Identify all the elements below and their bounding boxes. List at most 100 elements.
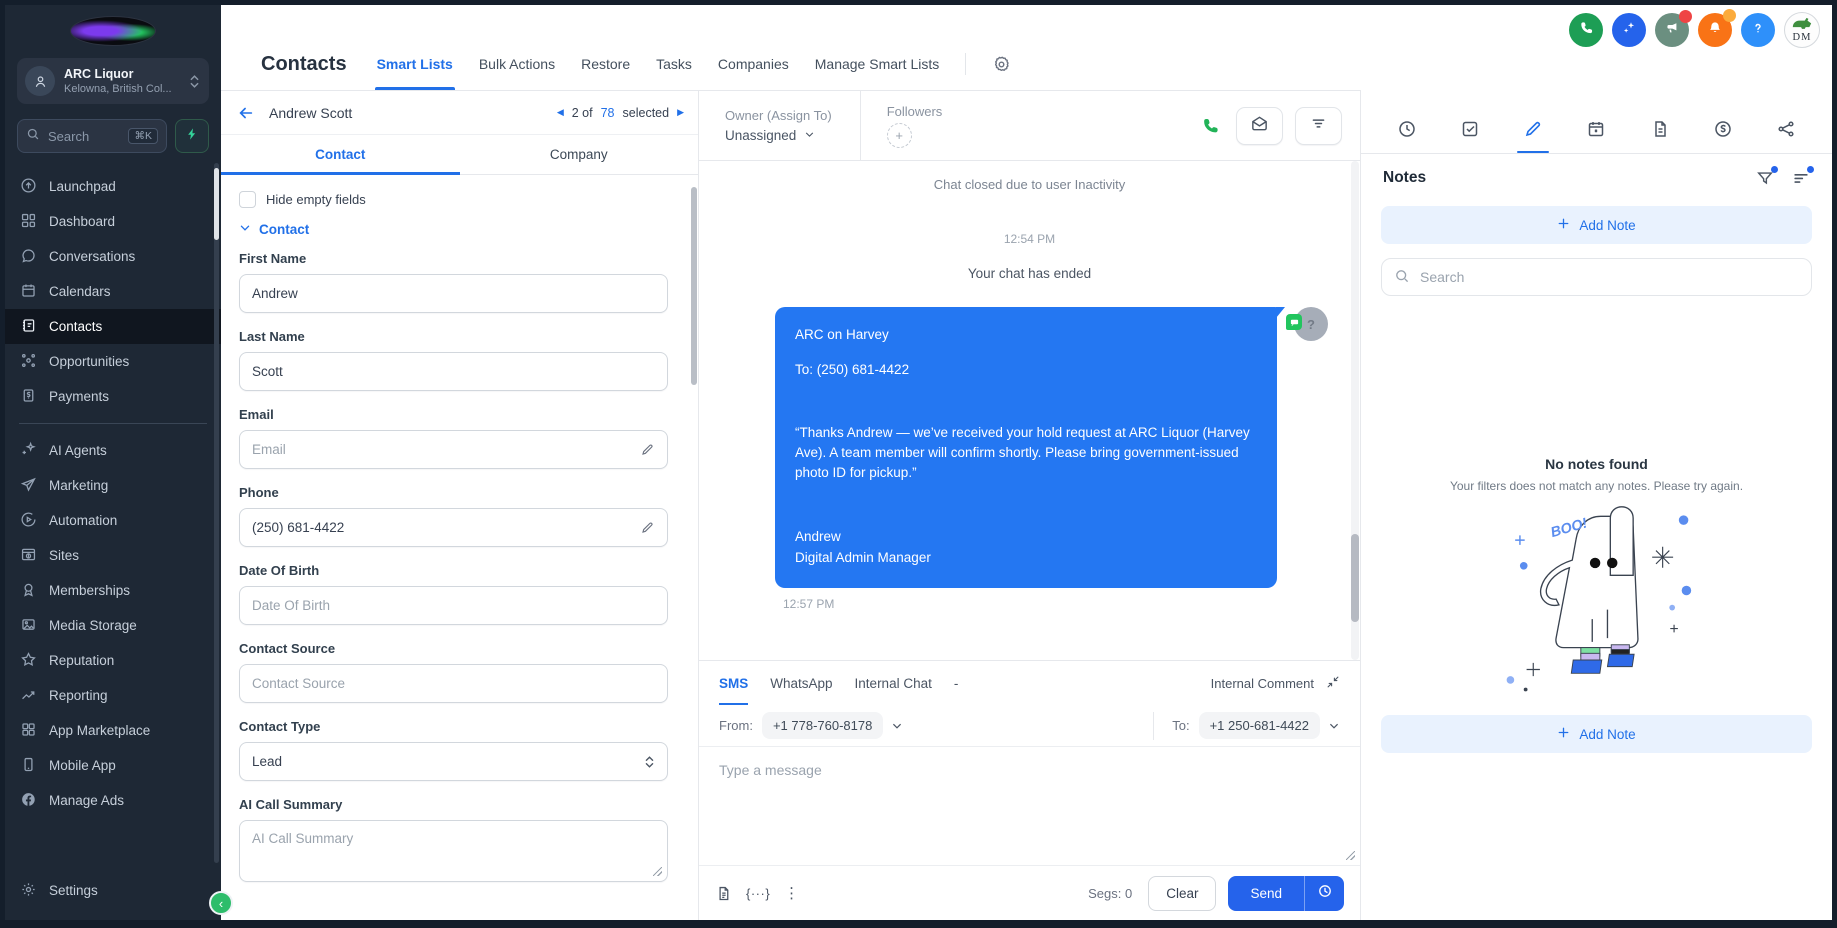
tab-appointments-calendar-icon[interactable]: [1580, 104, 1612, 153]
sidebar-item-mobile-app[interactable]: Mobile App: [5, 748, 221, 783]
sidebar-item-app-marketplace[interactable]: App Marketplace: [5, 713, 221, 748]
sidebar-item-sites[interactable]: Sites: [5, 538, 221, 573]
pager-prev-icon[interactable]: ◀: [557, 107, 564, 118]
clear-button[interactable]: Clear: [1148, 876, 1216, 911]
sms-message-bubble[interactable]: ARC on Harvey To: (250) 681-4422 “Thanks…: [775, 307, 1277, 588]
contacts-settings-gear-icon[interactable]: [992, 55, 1011, 74]
custom-values-button[interactable]: {···}: [746, 886, 770, 901]
sidebar-item-settings[interactable]: Settings: [5, 873, 221, 908]
notifications-button[interactable]: [1698, 13, 1732, 47]
ai-call-summary-textarea[interactable]: AI Call Summary: [239, 820, 668, 882]
sidebar-item-reporting[interactable]: Reporting: [5, 678, 221, 713]
sidebar-scrollbar[interactable]: [214, 163, 219, 863]
sidebar-item-dashboard[interactable]: Dashboard: [5, 204, 221, 239]
tab-more[interactable]: -: [954, 661, 959, 705]
hide-empty-checkbox[interactable]: [239, 191, 256, 208]
announcements-button[interactable]: [1655, 13, 1689, 47]
help-button[interactable]: [1741, 13, 1775, 47]
email-input[interactable]: Email: [239, 430, 668, 469]
chat-scrollbar-thumb[interactable]: [1351, 534, 1359, 622]
add-note-button-top[interactable]: Add Note: [1381, 206, 1812, 244]
email-thread-button[interactable]: [1236, 107, 1283, 145]
sidebar-collapse-button[interactable]: ‹: [209, 891, 233, 915]
owner-dropdown[interactable]: Unassigned: [725, 128, 832, 143]
sidebar-item-label: Reporting: [49, 688, 108, 703]
avatar-placeholder-glyph: ?: [1307, 317, 1315, 332]
tab-activity-clock-icon[interactable]: [1391, 104, 1423, 153]
chevron-down-icon[interactable]: [891, 720, 903, 732]
sidebar-item-ai-agents[interactable]: AI Agents: [5, 433, 221, 468]
sidebar-scrollbar-thumb[interactable]: [214, 168, 219, 240]
chat-scrollbar[interactable]: [1351, 161, 1359, 660]
from-number-pill[interactable]: +1 778-760-8178: [762, 712, 883, 739]
phone-input[interactable]: (250) 681-4422: [239, 508, 668, 547]
tab-smart-lists[interactable]: Smart Lists: [377, 38, 453, 90]
contact-section-header[interactable]: Contact: [239, 222, 668, 237]
tab-company[interactable]: Company: [460, 135, 699, 174]
conversation-panel: Owner (Assign To) Unassigned Followers +: [699, 91, 1360, 920]
resize-handle[interactable]: [1346, 851, 1355, 860]
contact-panel-scrollbar[interactable]: [691, 187, 697, 385]
internal-comment-toggle[interactable]: Internal Comment: [1211, 675, 1340, 692]
edit-pencil-icon[interactable]: [640, 442, 655, 457]
add-follower-button[interactable]: +: [887, 123, 912, 148]
templates-button[interactable]: [715, 885, 732, 902]
account-switcher[interactable]: ARC Liquor Kelowna, British Col...: [17, 58, 209, 104]
sidebar-item-calendars[interactable]: Calendars: [5, 274, 221, 309]
ai-assistant-button[interactable]: [1612, 13, 1646, 47]
message-input[interactable]: Type a message: [699, 747, 1360, 865]
resize-handle[interactable]: [653, 867, 662, 876]
tab-contact[interactable]: Contact: [221, 135, 460, 174]
tab-restore[interactable]: Restore: [581, 38, 630, 90]
sidebar-item-opportunities[interactable]: Opportunities: [5, 344, 221, 379]
chevron-updown-icon[interactable]: [188, 73, 201, 90]
contact-type-select[interactable]: Lead: [239, 742, 668, 781]
sidebar-item-payments[interactable]: Payments: [5, 379, 221, 414]
schedule-send-button[interactable]: [1304, 876, 1344, 911]
send-button[interactable]: Send: [1228, 876, 1304, 911]
tab-tasks-check-icon[interactable]: [1454, 104, 1486, 153]
notes-sort-lines-icon[interactable]: [1792, 169, 1810, 187]
filter-messages-button[interactable]: [1295, 107, 1342, 145]
tab-associations-share-icon[interactable]: [1770, 104, 1802, 153]
phone-dialer-button[interactable]: [1569, 13, 1603, 47]
to-number-pill[interactable]: +1 250-681-4422: [1199, 712, 1320, 739]
sidebar-item-marketing[interactable]: Marketing: [5, 468, 221, 503]
back-arrow-icon[interactable]: [237, 104, 255, 122]
tab-bulk-actions[interactable]: Bulk Actions: [479, 38, 555, 90]
last-name-input[interactable]: Scott: [239, 352, 668, 391]
tab-sms[interactable]: SMS: [719, 661, 748, 705]
collapse-arrows-icon[interactable]: [1326, 675, 1340, 692]
sidebar-item-memberships[interactable]: Memberships: [5, 573, 221, 608]
tab-whatsapp[interactable]: WhatsApp: [770, 661, 832, 705]
quick-actions-button[interactable]: [175, 119, 209, 153]
tab-internal-chat[interactable]: Internal Chat: [855, 661, 932, 705]
sidebar-item-reputation[interactable]: Reputation: [5, 643, 221, 678]
sidebar-item-conversations[interactable]: Conversations: [5, 239, 221, 274]
tab-payments-s-circle-icon[interactable]: [1707, 104, 1739, 153]
tab-companies[interactable]: Companies: [718, 38, 789, 90]
sidebar-item-manage-ads[interactable]: Manage Ads: [5, 783, 221, 818]
pager-total[interactable]: 78: [601, 106, 615, 120]
tab-tasks[interactable]: Tasks: [656, 38, 692, 90]
chevron-down-icon[interactable]: [1328, 720, 1340, 732]
sidebar-item-automation[interactable]: Automation: [5, 503, 221, 538]
tab-manage-smart-lists[interactable]: Manage Smart Lists: [815, 38, 940, 90]
pager-next-icon[interactable]: ▶: [677, 107, 684, 118]
call-contact-icon[interactable]: [1200, 116, 1220, 136]
sidebar-item-contacts[interactable]: Contacts: [5, 309, 221, 344]
tab-documents-file-icon[interactable]: [1644, 104, 1676, 153]
user-avatar[interactable]: DM: [1784, 12, 1820, 48]
notes-filter-funnel-icon[interactable]: [1756, 169, 1774, 187]
tab-notes-pencil-icon[interactable]: [1517, 104, 1549, 153]
sidebar-item-media-storage[interactable]: Media Storage: [5, 608, 221, 643]
dob-input[interactable]: Date Of Birth: [239, 586, 668, 625]
contact-source-input[interactable]: Contact Source: [239, 664, 668, 703]
more-options-kebab-icon[interactable]: ⋮: [784, 884, 799, 902]
sidebar-item-launchpad[interactable]: Launchpad: [5, 169, 221, 204]
notes-search-input[interactable]: Search: [1381, 258, 1812, 296]
add-note-button-bottom[interactable]: Add Note: [1381, 715, 1812, 753]
sidebar-search-input[interactable]: Search ⌘K: [17, 119, 167, 153]
edit-pencil-icon[interactable]: [640, 520, 655, 535]
first-name-input[interactable]: Andrew: [239, 274, 668, 313]
